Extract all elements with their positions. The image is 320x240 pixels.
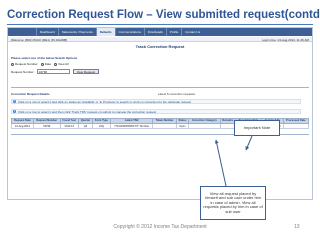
table-cell: 2013-14 [59,123,80,129]
table-cell: 13-Aug-2014 [11,123,34,129]
view-request-button[interactable]: View Request [72,69,100,74]
info-message: i Click on a row to select it and click … [11,99,301,104]
login-time: Login time: 13-Aug-2014, 11:46 AM [262,38,309,42]
nav-tab-communications[interactable]: Communications [114,28,144,36]
nav-tab-statements[interactable]: Statements / Payments [57,28,96,36]
nav-tab-defaults[interactable]: Defaults [95,28,115,36]
request-number-input[interactable]: 34796 [36,69,70,74]
latest-requests-text: Latest 5 correction requests [158,92,196,96]
search-option-radios: Request Number Date View All [11,62,68,66]
title-divider [7,24,313,25]
table-cell: 24Q [91,123,111,129]
view-all-callout: View all request placed by himself and s… [200,186,266,220]
table-cell: Q2 [78,123,93,129]
radio-label: Date [44,62,52,66]
table-cell [282,123,310,129]
radio-request-number[interactable]: Request Number [11,62,38,66]
important-note-callout: Important Note [234,120,280,136]
table-cell [188,123,221,129]
radio-button-checked[interactable] [11,62,14,66]
page-number: 13 [294,224,300,230]
welcome-bar: Welcome: (B01) PACK (RE1) (IN 23A00B) Lo… [8,37,312,42]
table-cell: 34796 [32,123,61,129]
table-cell [152,123,177,129]
info-icon: i [13,110,16,113]
portal-screenshot: Dashboard Statements / Payments Defaults… [7,27,313,200]
welcome-text: Welcome: (B01) PACK (RE1) (IN 23A00B) [11,38,68,42]
copyright-footer: Copyright © 2012 Income Tax Department [113,224,207,230]
radio-view-all[interactable]: View All [54,62,68,66]
radio-label: Request Number [15,62,38,66]
section-divider [11,87,309,88]
slide-title: Correction Request Flow – View submitted… [7,9,320,21]
request-number-label: Request Number [11,69,34,74]
correction-details-label: Correction Request Details [11,92,50,96]
nav-tab-downloads[interactable]: Downloads [143,28,166,36]
info-text: Click on a row to select it and then cli… [18,109,157,114]
info-icon: i [13,100,16,103]
radio-label: View All [58,62,69,66]
table-cell: 77122000000000 TP: Number [109,123,154,129]
top-nav-bar: Dashboard Statements / Payments Defaults… [8,28,312,36]
radio-button[interactable] [54,62,58,66]
radio-date[interactable]: Date [40,62,52,66]
request-number-row: Request Number 34796 View Request [11,69,100,74]
nav-tab-dashboard[interactable]: Dashboard [36,28,58,36]
info-text: Click on a row to select it and click on… [18,99,191,104]
search-options-label: Please select one of the below Search Op… [11,56,78,60]
radio-button[interactable] [40,62,44,66]
nav-tab-contact[interactable]: Contact Us [181,28,203,36]
table-cell: Open [175,123,190,129]
nav-tab-profile[interactable]: Profile [165,28,182,36]
info-message: i Click on a row to select it and then c… [11,109,301,114]
page-heading: Track Correction Request [135,44,185,49]
